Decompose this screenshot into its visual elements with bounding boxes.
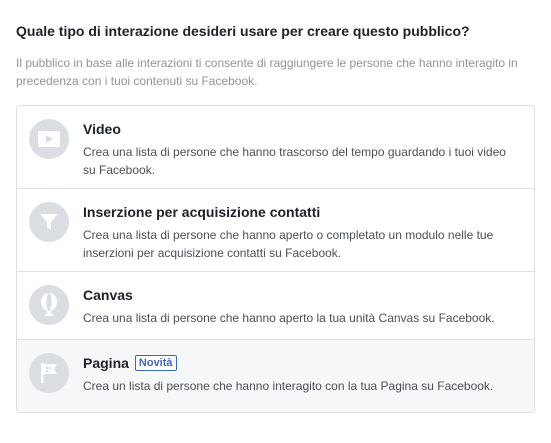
interaction-options-list: Video Crea una lista di persone che hann… — [16, 105, 535, 413]
page-description: Il pubblico in base alle interazioni ti … — [16, 56, 518, 88]
option-page[interactable]: Pagina Novità Crea un lista di persone c… — [17, 340, 534, 412]
option-video-title: Video — [83, 121, 121, 137]
canvas-icon — [29, 285, 69, 325]
option-lead-ads-description: Crea una lista di persone che hanno aper… — [83, 228, 494, 260]
audience-type-dialog: Quale tipo di interazione desideri usare… — [0, 0, 551, 413]
option-lead-ads[interactable]: Inserzione per acquisizione contatti Cre… — [17, 189, 534, 272]
option-canvas-description: Crea una lista di persone che hanno aper… — [83, 311, 495, 325]
video-icon — [29, 119, 69, 159]
option-lead-ads-title: Inserzione per acquisizione contatti — [83, 204, 321, 220]
page-title: Quale tipo di interazione desideri usare… — [16, 23, 470, 39]
option-page-title: Pagina — [83, 355, 129, 371]
funnel-icon — [29, 202, 69, 242]
new-badge: Novità — [134, 355, 177, 371]
flag-icon — [29, 353, 69, 393]
option-page-description: Crea un lista di persone che hanno inter… — [83, 379, 494, 393]
option-canvas[interactable]: Canvas Crea una lista di persone che han… — [17, 272, 534, 340]
option-video[interactable]: Video Crea una lista di persone che hann… — [17, 106, 534, 189]
option-video-description: Crea una lista di persone che hanno tras… — [83, 145, 506, 177]
option-canvas-title: Canvas — [83, 287, 133, 303]
